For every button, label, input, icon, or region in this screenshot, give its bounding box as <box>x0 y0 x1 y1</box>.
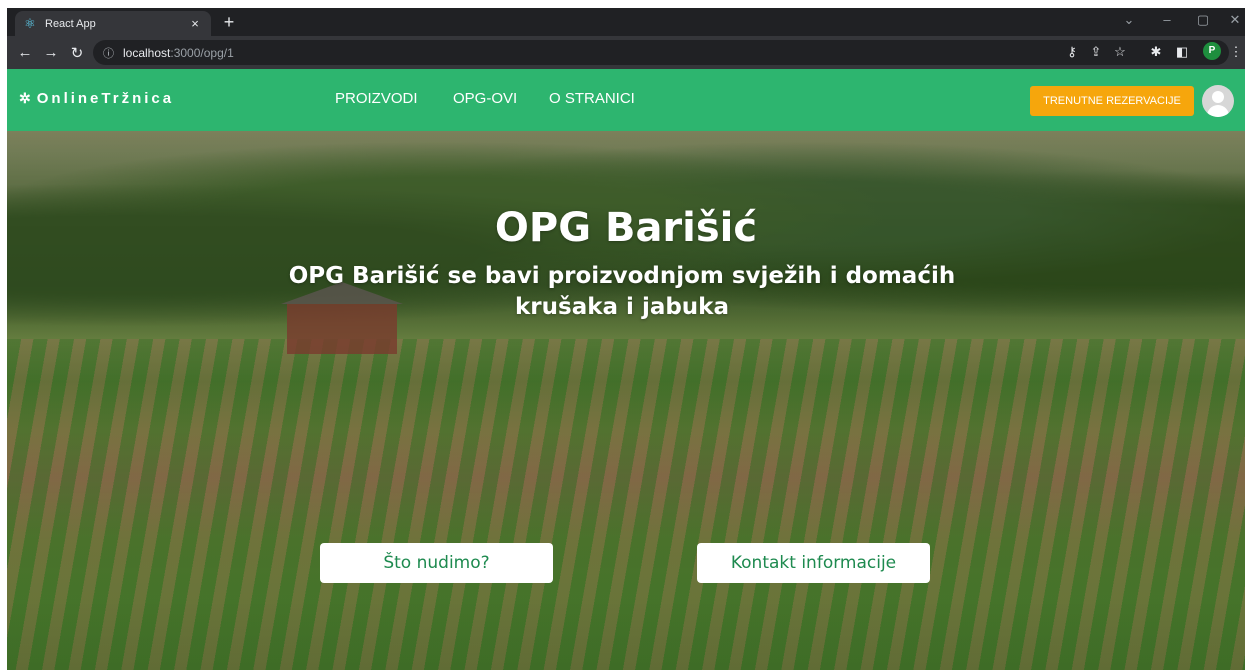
avatar-icon[interactable] <box>1202 85 1234 117</box>
minimize-icon[interactable]: – <box>1157 12 1177 27</box>
sidepanel-icon[interactable]: ◧ <box>1173 44 1191 60</box>
address-bar[interactable]: ⓘ localhost:3000/opg/1 <box>93 40 1229 65</box>
key-icon[interactable]: ⚷ <box>1063 44 1081 60</box>
page-title: OPG Barišić <box>494 205 758 251</box>
close-window-icon[interactable]: ✕ <box>1225 12 1245 28</box>
chevron-down-icon[interactable]: ⌄ <box>1119 12 1139 28</box>
menu-icon[interactable]: ⋮ <box>1227 44 1245 60</box>
hero-field <box>7 339 1245 670</box>
browser-toolbar: ← → ↻ ⓘ localhost:3000/opg/1 ⚷ ⇪ ☆ ✱ ◧ P… <box>7 36 1245 69</box>
reservations-button[interactable]: TRENUTNE REZERVACIJE <box>1030 86 1194 116</box>
share-icon[interactable]: ⇪ <box>1087 44 1105 60</box>
reload-icon[interactable]: ↻ <box>65 44 89 62</box>
browser-tab[interactable]: ⚛ React App × <box>15 11 211 36</box>
browser-window: ⚛ React App × + ⌄ – ▢ ✕ ← → ↻ ⓘ localhos… <box>7 8 1245 670</box>
nav-link-opg-ovi[interactable]: OPG-OVI <box>453 90 517 107</box>
url-host: localhost <box>123 45 171 60</box>
contact-button[interactable]: Kontakt informacije <box>697 543 930 583</box>
star-icon[interactable]: ☆ <box>1111 44 1129 60</box>
extensions-icon[interactable]: ✱ <box>1147 44 1165 60</box>
restore-icon[interactable]: ▢ <box>1193 12 1213 28</box>
page-viewport: ✲ OnlineTržnica PROIZVODI OPG-OVI O STRA… <box>7 69 1245 670</box>
tab-title: React App <box>45 17 96 30</box>
info-icon[interactable]: ⓘ <box>103 45 117 61</box>
nav-link-o-stranici[interactable]: O STRANICI <box>549 90 635 107</box>
forward-icon[interactable]: → <box>39 44 63 61</box>
nav-link-proizvodi[interactable]: PROIZVODI <box>335 90 418 107</box>
react-icon: ⚛ <box>24 15 36 31</box>
tab-strip: ⚛ React App × + ⌄ – ▢ ✕ <box>7 8 1245 36</box>
app-navbar: ✲ OnlineTržnica PROIZVODI OPG-OVI O STRA… <box>7 69 1245 131</box>
url-path: :3000/opg/1 <box>170 45 234 60</box>
tab-close-icon[interactable]: × <box>187 16 203 31</box>
back-icon[interactable]: ← <box>13 44 37 61</box>
brand-logo[interactable]: ✲ OnlineTržnica <box>19 90 174 107</box>
new-tab-button[interactable]: + <box>219 12 239 32</box>
brand-name: OnlineTržnica <box>36 90 175 107</box>
offer-button[interactable]: Što nudimo? <box>320 543 553 583</box>
leaf-icon: ✲ <box>19 90 31 106</box>
profile-avatar[interactable]: P <box>1203 42 1221 60</box>
page-subtitle: OPG Barišić se bavi proizvodnjom svježih… <box>288 263 956 320</box>
